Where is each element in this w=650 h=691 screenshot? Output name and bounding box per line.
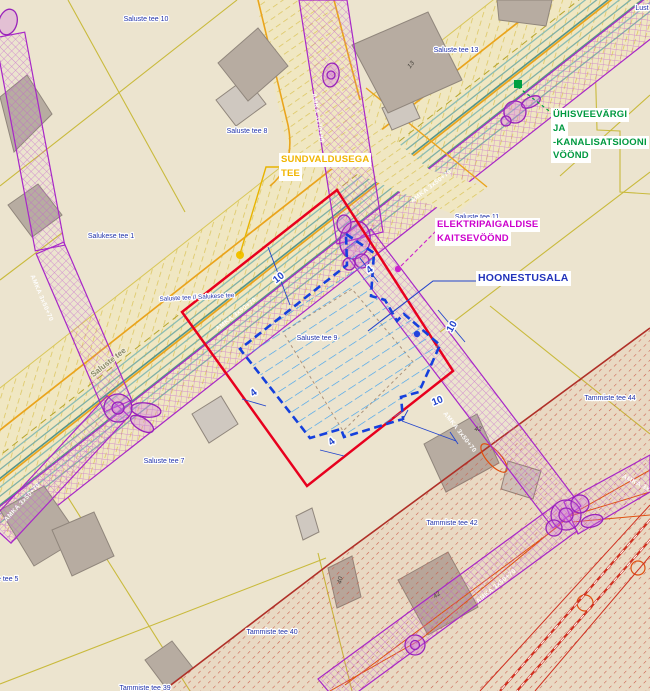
- parcel-label: Tammiste tee 40: [246, 629, 297, 636]
- parcel-label: Saluste tee 8: [227, 128, 268, 135]
- annotation-line: HOONESTUSALA: [476, 271, 571, 286]
- annotation-line: SUNDVALDUSEGA: [279, 153, 371, 167]
- annotation-line: ELEKTRIPAIGALDISE: [435, 218, 540, 232]
- parcel-label: Saluste tee 13: [434, 47, 479, 54]
- blue-point-marker: [414, 331, 420, 337]
- annotation-line: -KANALISATSIOONI: [551, 136, 649, 150]
- annotation-line: ÜHISVEEVÄRGI: [551, 108, 629, 122]
- water-point-marker: [514, 80, 522, 88]
- detail-plan-map[interactable]: 10 4 10 10 4 4 AMKA 3x70+95 AMKA 3x50+70…: [0, 0, 650, 691]
- annotation-line: KAITSEVÖÖND: [435, 232, 511, 246]
- map-canvas: 10 4 10 10 4 4 AMKA 3x70+95 AMKA 3x50+70…: [0, 0, 650, 691]
- parcel-label: Lust: [635, 5, 648, 12]
- parcel-label: Tammiste tee 44: [584, 395, 635, 402]
- building-number: 42: [474, 426, 482, 433]
- annotation-electric-protection-zone: ELEKTRIPAIGALDISE KAITSEVÖÖND: [435, 218, 540, 246]
- annotation-line: TEE: [279, 167, 302, 181]
- parcel-label: Saluste tee 10: [124, 16, 169, 23]
- parcel-label: Tammiste tee 39: [119, 685, 170, 691]
- parcel-label: Saluste tee 5: [0, 576, 19, 583]
- parcel-label: Salukese tee 1: [88, 233, 134, 240]
- annotation-building-envelope: HOONESTUSALA: [476, 271, 571, 286]
- annotation-line: VÖÖND: [551, 149, 591, 163]
- annotation-line: JA: [551, 122, 568, 136]
- parcel-label: Tammiste tee 42: [426, 520, 477, 527]
- annotation-water-sewer-zone: ÜHISVEEVÄRGI JA -KANALISATSIOONI VÖÖND: [551, 108, 649, 163]
- parcel-label: Saluste tee 9: [297, 335, 338, 342]
- electric-point-marker: [395, 266, 401, 272]
- parcel-label: Saluste tee 7: [144, 458, 185, 465]
- annotation-sundvaldusega-tee: SUNDVALDUSEGA TEE: [279, 153, 371, 181]
